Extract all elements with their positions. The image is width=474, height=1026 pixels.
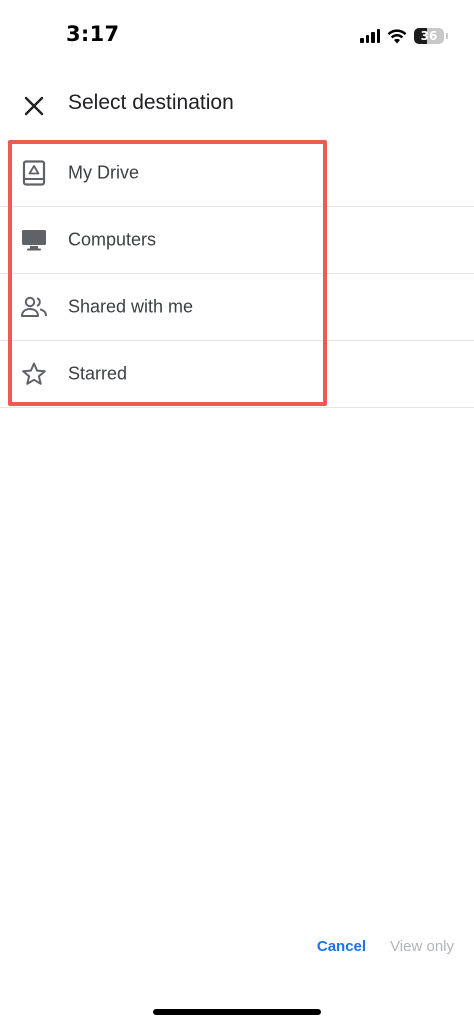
page-title: Select destination — [68, 91, 234, 114]
destination-label: My Drive — [68, 162, 139, 183]
destination-label: Starred — [68, 363, 128, 384]
destination-list: My Drive Computers Shared with me Starre… — [0, 140, 474, 408]
status-icons: 36 — [360, 25, 448, 47]
destination-label: Shared with me — [68, 296, 194, 317]
wifi-icon — [387, 28, 407, 44]
home-indicator — [153, 1009, 321, 1015]
shared-people-icon — [20, 293, 48, 321]
destination-item-computers[interactable]: Computers — [0, 207, 474, 274]
signal-icon — [360, 29, 380, 43]
close-icon — [24, 96, 44, 116]
battery-level: 36 — [420, 29, 438, 43]
close-button[interactable] — [14, 86, 54, 126]
battery-icon: 36 — [414, 28, 444, 44]
app-bar: Select destination — [0, 80, 474, 130]
view-only-button: View only — [390, 938, 454, 955]
destination-item-shared-with-me[interactable]: Shared with me — [0, 274, 474, 341]
cancel-button[interactable]: Cancel — [317, 938, 366, 955]
status-bar: 3:17 36 — [0, 0, 474, 70]
status-time: 3:17 — [66, 22, 120, 46]
destination-item-starred[interactable]: Starred — [0, 341, 474, 408]
computer-icon — [20, 226, 48, 254]
my-drive-icon — [20, 159, 48, 187]
bottom-actions: Cancel View only — [317, 938, 454, 955]
destination-item-my-drive[interactable]: My Drive — [0, 140, 474, 207]
star-icon — [20, 360, 48, 388]
battery-cap — [446, 33, 448, 39]
destination-label: Computers — [68, 229, 157, 250]
